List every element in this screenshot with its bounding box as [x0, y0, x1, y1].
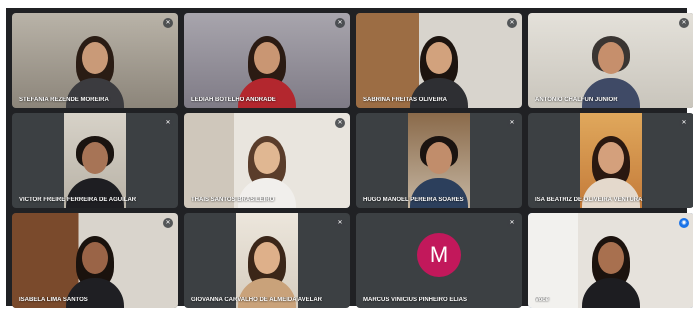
participant-tile[interactable]: ✕ ISA BEATRIZ DE OLIVEIRA VENTURA [528, 113, 693, 208]
participant-figure [408, 28, 470, 108]
participant-figure [580, 28, 642, 108]
participant-figure [64, 228, 126, 308]
participant-tile[interactable]: ✕ LEDIAH BOTELHO ANDRADE [184, 13, 350, 108]
participant-tile[interactable]: M ✕ MARCUS VINICIUS PINHEIRO ELIAS [356, 213, 522, 308]
mic-off-icon: ✕ [507, 218, 517, 228]
participant-name: VICTOR FREIRE FERREIRA DE AGUILAR [19, 197, 137, 203]
participant-figure [580, 228, 642, 308]
participant-tile[interactable]: ✕ ANTONIO CHALFUN JUNIOR [528, 13, 693, 108]
participant-figure [236, 128, 298, 208]
participant-figure [236, 28, 298, 108]
participant-figure [408, 128, 470, 208]
participant-figure [64, 28, 126, 108]
participant-figure [64, 128, 126, 208]
participant-tile[interactable]: ✕ SABRINA FREITAS OLIVEIRA [356, 13, 522, 108]
meeting-grid: ✕ STEFANIA REZENDE MOREIRA ✕ LEDIAH BOTE… [6, 8, 693, 308]
participant-figure [236, 228, 298, 308]
participant-name: GIOVANNA CARVALHO DE ALMEIDA AVELAR [191, 297, 323, 303]
mic-off-icon: ✕ [163, 118, 173, 128]
participant-figure [580, 128, 642, 208]
participant-name: LEDIAH BOTELHO ANDRADE [191, 97, 276, 103]
mic-off-icon: ✕ [679, 118, 689, 128]
participant-tile[interactable]: ✕ GIOVANNA CARVALHO DE ALMEIDA AVELAR [184, 213, 350, 308]
participant-tile[interactable]: ✕ VICTOR FREIRE FERREIRA DE AGUILAR [12, 113, 178, 208]
participant-avatar: M [417, 232, 461, 277]
participant-name: ISABELA LIMA SANTOS [19, 297, 88, 303]
participant-name: STEFANIA REZENDE MOREIRA [19, 97, 109, 103]
participant-name: MARCUS VINICIUS PINHEIRO ELIAS [363, 297, 468, 303]
self-tile[interactable]: ◉ Você [528, 213, 693, 308]
mic-off-icon: ✕ [163, 218, 173, 228]
mic-off-icon: ✕ [507, 18, 517, 28]
participant-name: SABRINA FREITAS OLIVEIRA [363, 97, 448, 103]
mic-off-icon: ✕ [335, 218, 345, 228]
participant-name: ANTONIO CHALFUN JUNIOR [535, 97, 618, 103]
participant-tile[interactable]: ✕ ISABELA LIMA SANTOS [12, 213, 178, 308]
participant-name: Você [535, 297, 549, 303]
mic-off-icon: ✕ [335, 118, 345, 128]
participant-name: ISA BEATRIZ DE OLIVEIRA VENTURA [535, 197, 643, 203]
mic-off-icon: ✕ [507, 118, 517, 128]
participant-name: THAIS SANTOS BRASILEIRO [191, 197, 275, 203]
mic-off-icon: ✕ [335, 18, 345, 28]
participant-name: HUGO MANOEL PEREIRA SOARES [363, 197, 464, 203]
participant-tile[interactable]: ✕ THAIS SANTOS BRASILEIRO [184, 113, 350, 208]
mic-off-icon: ✕ [163, 18, 173, 28]
participant-tile[interactable]: ✕ HUGO MANOEL PEREIRA SOARES [356, 113, 522, 208]
sound-wave-icon: ◉ [679, 218, 689, 228]
participant-tile[interactable]: ✕ STEFANIA REZENDE MOREIRA [12, 13, 178, 108]
mic-off-icon: ✕ [679, 18, 689, 28]
